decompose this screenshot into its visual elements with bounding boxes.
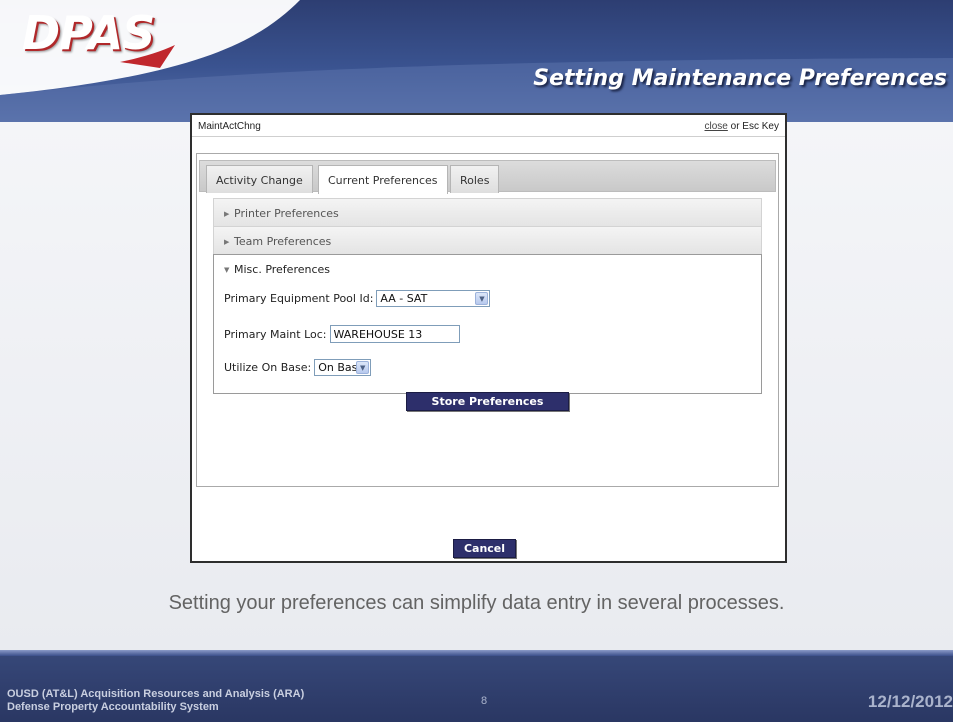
slide-header: DPAS Setting Maintenance Preferences [0, 0, 953, 122]
close-link[interactable]: close [705, 121, 728, 132]
dialog-titlebar: MaintActChng close or Esc Key [192, 115, 785, 137]
pool-value: AA - SAT [380, 292, 428, 305]
footer-org-line: OUSD (AT&L) Acquisition Resources and An… [7, 688, 305, 700]
loc-label: Primary Maint Loc: [224, 327, 327, 341]
dialog-title: MaintActChng [198, 121, 261, 132]
printer-preferences-header[interactable]: ▶ Printer Preferences [213, 198, 762, 226]
expanded-arrow-icon: ▼ [224, 266, 230, 274]
footer-date: 12/12/2012 [867, 692, 953, 711]
section-label: Printer Preferences [234, 207, 339, 220]
slide-caption: Setting your preferences can simplify da… [168, 592, 785, 614]
tab-activity-change[interactable]: Activity Change [206, 165, 313, 193]
pool-label: Primary Equipment Pool Id: [224, 292, 374, 305]
collapsed-arrow-icon: ▶ [224, 210, 230, 218]
misc-preferences-body: Primary Equipment Pool Id: AA - SAT ▼ Pr… [213, 282, 762, 394]
section-label: Team Preferences [234, 235, 332, 248]
slide-footer: OUSD (AT&L) Acquisition Resources and An… [0, 656, 953, 722]
team-preferences-header[interactable]: ▶ Team Preferences [213, 226, 762, 254]
cancel-button[interactable]: Cancel [453, 539, 516, 558]
collapsed-arrow-icon: ▶ [224, 238, 230, 246]
pool-row: Primary Equipment Pool Id: AA - SAT ▼ [224, 290, 491, 307]
chevron-down-icon[interactable]: ▼ [475, 292, 489, 305]
section-label: Misc. Preferences [234, 263, 331, 276]
footer-system-line: Defense Property Accountability System [7, 701, 219, 713]
tab-panel: Activity Change Current Preferences Role… [196, 153, 779, 487]
loc-row: Primary Maint Loc: [224, 325, 460, 343]
tab-strip: Activity Change Current Preferences Role… [199, 160, 776, 194]
tab-roles[interactable]: Roles [450, 165, 500, 193]
store-preferences-button[interactable]: Store Preferences [406, 392, 569, 411]
chevron-down-icon[interactable]: ▼ [356, 361, 370, 374]
dialog-close-area: close or Esc Key [705, 121, 780, 132]
page-number: 8 [481, 695, 488, 707]
base-label: Utilize On Base: [224, 361, 312, 374]
slide-title: Setting Maintenance Preferences [533, 66, 947, 91]
preferences-accordion: ▶ Printer Preferences ▶ Team Preferences ▼… [213, 198, 762, 394]
utilize-on-base-select[interactable]: On Base ▼ [314, 359, 372, 376]
dpas-logo: DPAS [22, 6, 155, 60]
equipment-pool-select[interactable]: AA - SAT ▼ [376, 290, 491, 307]
maint-act-chng-dialog: MaintActChng close or Esc Key Activity C… [190, 113, 787, 563]
maint-loc-input[interactable] [329, 325, 460, 343]
tab-current-preferences[interactable]: Current Preferences [318, 165, 448, 194]
close-hint: or Esc Key [727, 121, 779, 132]
misc-preferences-header[interactable]: ▼ Misc. Preferences [213, 254, 762, 282]
base-row: Utilize On Base: On Base ▼ [224, 359, 372, 376]
